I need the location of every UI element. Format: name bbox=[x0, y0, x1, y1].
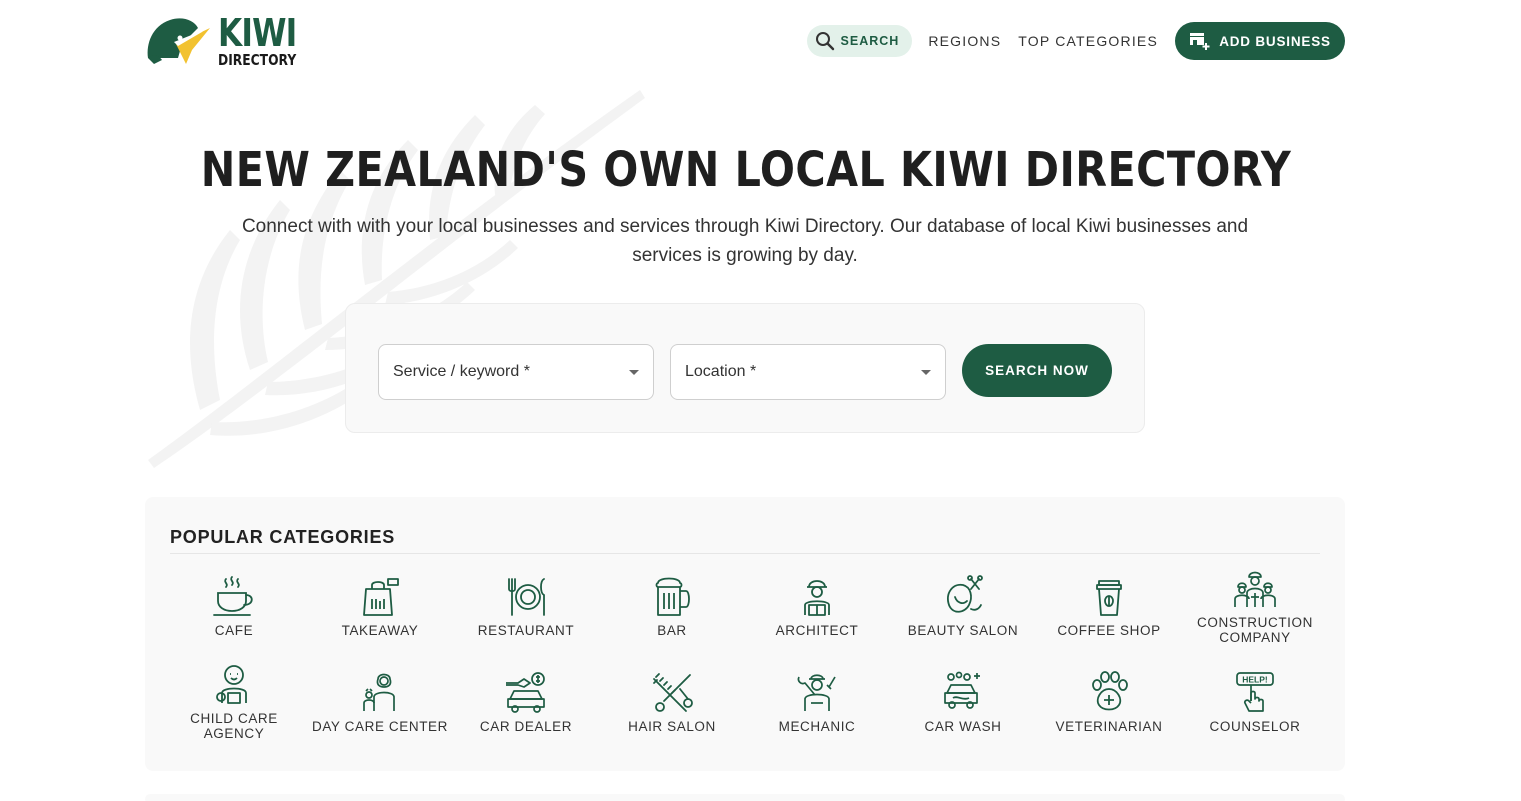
search-now-button[interactable]: SEARCH NOW bbox=[962, 344, 1112, 397]
logo-text-bottom: DIRECTORY bbox=[218, 51, 297, 69]
category-label: CHILD CARE AGENCY bbox=[190, 711, 278, 741]
category-coffee-shop[interactable]: COFFEE SHOP bbox=[1036, 575, 1182, 638]
location-select[interactable]: Location * bbox=[670, 344, 946, 400]
category-label: RESTAURANT bbox=[477, 623, 575, 638]
site-logo[interactable]: KIWI DIRECTORY bbox=[144, 14, 314, 68]
mechanic-icon bbox=[797, 674, 836, 711]
category-architect[interactable]: ARCHITECT bbox=[744, 575, 890, 638]
chevron-down-icon bbox=[629, 369, 639, 375]
site-header: KIWI DIRECTORY SEARCH REGIONS TOP CATEGO… bbox=[0, 0, 1521, 82]
hero-title: NEW ZEALAND'S OWN LOCAL KIWI DIRECTORY bbox=[0, 142, 1491, 198]
beer-mug-icon bbox=[655, 577, 690, 616]
category-label: ARCHITECT bbox=[775, 623, 859, 638]
category-label: VETERINARIAN bbox=[1055, 719, 1163, 734]
category-label: TAKEAWAY bbox=[341, 623, 419, 638]
category-label: BEAUTY SALON bbox=[907, 623, 1019, 638]
day-care-icon bbox=[363, 673, 395, 711]
category-label: BAR bbox=[657, 623, 687, 638]
chevron-down-icon bbox=[921, 369, 931, 375]
category-construction-company[interactable]: CONSTRUCTION COMPANY bbox=[1182, 567, 1328, 645]
nav-top-categories-link[interactable]: TOP CATEGORIES bbox=[1018, 33, 1158, 49]
scissors-comb-icon bbox=[653, 673, 693, 712]
nav-search-button[interactable]: SEARCH bbox=[806, 25, 913, 57]
add-business-button[interactable]: ADD BUSINESS bbox=[1175, 22, 1345, 60]
architect-icon bbox=[804, 580, 830, 616]
nav-regions-link[interactable]: REGIONS bbox=[928, 33, 1001, 49]
hero-title-text: NEW ZEALAND'S OWN LOCAL KIWI DIRECTORY bbox=[200, 142, 1291, 198]
category-label: COFFEE SHOP bbox=[1057, 623, 1161, 638]
divider bbox=[170, 553, 1320, 554]
cafe-icon bbox=[213, 576, 253, 616]
construction-workers-icon bbox=[1234, 571, 1276, 607]
category-child-care-agency[interactable]: CHILD CARE AGENCY bbox=[161, 663, 307, 741]
child-care-icon bbox=[216, 665, 247, 704]
main-nav: SEARCH REGIONS TOP CATEGORIES ADD BUSINE… bbox=[806, 22, 1345, 60]
coffee-cup-icon bbox=[1096, 580, 1122, 616]
category-hair-salon[interactable]: HAIR SALON bbox=[599, 671, 745, 734]
nav-search-label: SEARCH bbox=[840, 34, 900, 48]
category-mechanic[interactable]: MECHANIC bbox=[744, 671, 890, 734]
category-takeaway[interactable]: TAKEAWAY bbox=[307, 575, 453, 638]
popular-categories-panel: POPULAR CATEGORIES CAFE TAKEAWAY RESTAUR… bbox=[145, 497, 1345, 771]
car-dealer-icon bbox=[506, 672, 545, 713]
category-car-wash[interactable]: CAR WASH bbox=[890, 671, 1036, 734]
category-label: CAFE bbox=[214, 623, 254, 638]
kiwi-bird-logo-icon bbox=[147, 18, 210, 64]
category-label: HAIR SALON bbox=[628, 719, 716, 734]
next-section-edge bbox=[145, 794, 1345, 801]
hero-subtitle: Connect with with your local businesses … bbox=[241, 216, 1249, 266]
category-car-dealer[interactable]: CAR DEALER bbox=[453, 671, 599, 734]
category-label: DAY CARE CENTER bbox=[311, 719, 449, 734]
restaurant-icon bbox=[508, 578, 545, 616]
counselor-sign-text: HELP! bbox=[1242, 675, 1268, 685]
paw-medical-icon bbox=[1092, 671, 1128, 711]
category-bar[interactable]: BAR bbox=[599, 575, 745, 638]
category-beauty-salon[interactable]: BEAUTY SALON bbox=[890, 575, 1036, 638]
car-wash-icon bbox=[944, 671, 980, 709]
category-label: CONSTRUCTION COMPANY bbox=[1197, 615, 1313, 645]
category-day-care-center[interactable]: DAY CARE CENTER bbox=[307, 671, 453, 734]
category-label: MECHANIC bbox=[778, 719, 856, 734]
category-cafe[interactable]: CAFE bbox=[161, 575, 307, 638]
location-placeholder: Location * bbox=[685, 363, 757, 380]
service-keyword-placeholder: Service / keyword * bbox=[393, 363, 530, 380]
search-icon bbox=[815, 32, 834, 51]
add-store-icon bbox=[1190, 33, 1210, 50]
counselor-help-sign-icon: HELP! bbox=[1236, 672, 1274, 712]
category-label: CAR WASH bbox=[924, 719, 1002, 734]
service-keyword-select[interactable]: Service / keyword * bbox=[378, 344, 654, 400]
category-label: CAR DEALER bbox=[479, 719, 573, 734]
category-veterinarian[interactable]: VETERINARIAN bbox=[1036, 671, 1182, 734]
category-label: COUNSELOR bbox=[1209, 719, 1301, 734]
beauty-salon-icon bbox=[947, 575, 983, 613]
category-restaurant[interactable]: RESTAURANT bbox=[453, 575, 599, 638]
add-business-label: ADD BUSINESS bbox=[1219, 33, 1331, 49]
takeaway-icon bbox=[363, 578, 399, 616]
category-counselor[interactable]: HELP! COUNSELOR bbox=[1182, 671, 1328, 734]
logo-wordmark: KIWI DIRECTORY bbox=[218, 14, 314, 68]
logo-text-top: KIWI bbox=[218, 11, 297, 55]
search-panel: Service / keyword * Location * SEARCH NO… bbox=[345, 303, 1145, 433]
popular-categories-title: POPULAR CATEGORIES bbox=[170, 527, 396, 547]
